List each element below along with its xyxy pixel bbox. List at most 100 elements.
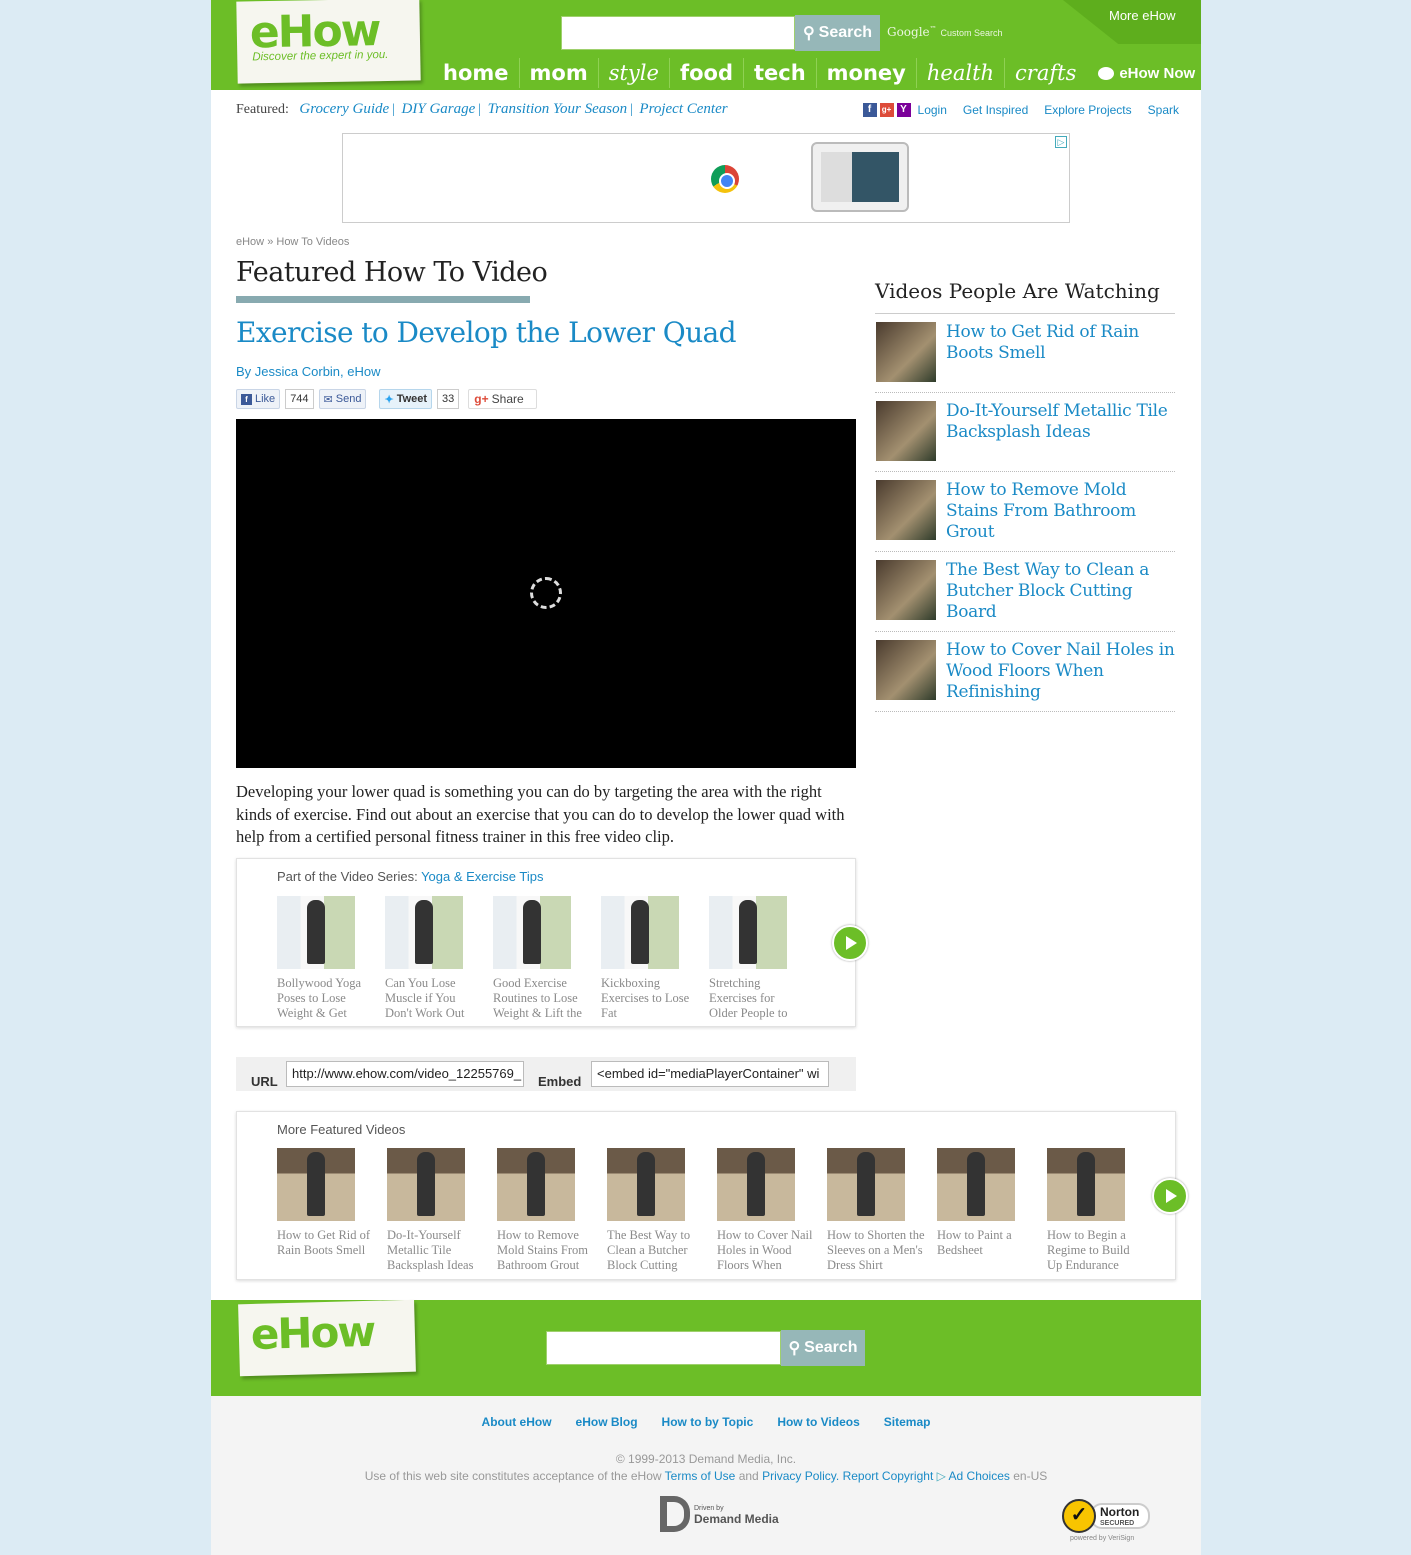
yahoo-icon[interactable]: Y bbox=[896, 103, 911, 117]
series-item[interactable]: Stretching Exercises for Older People to bbox=[709, 896, 787, 1021]
footer-ehow-logo[interactable]: eHow bbox=[238, 1299, 416, 1377]
featured-video-item[interactable]: Do-It-Yourself Metallic Tile Backsplash … bbox=[387, 1148, 473, 1273]
nav-mom[interactable]: mom bbox=[520, 58, 599, 88]
video-thumbnail bbox=[876, 640, 936, 700]
series-item-title: Kickboxing Exercises to Lose Fat bbox=[601, 976, 690, 1020]
terms-of-use-link[interactable]: Terms of Use bbox=[665, 1469, 736, 1483]
sidebar-video-item[interactable]: How to Remove Mold Stains From Bathroom … bbox=[875, 472, 1175, 552]
footer-link-videos[interactable]: How to Videos bbox=[777, 1415, 859, 1429]
embed-label: Embed bbox=[538, 1074, 582, 1089]
demand-media-logo[interactable]: Driven by Demand Media bbox=[660, 1496, 779, 1532]
sidebar-video-item[interactable]: Do-It-Yourself Metallic Tile Backsplash … bbox=[875, 393, 1175, 472]
twitter-bird-icon: ✦ bbox=[384, 393, 394, 406]
get-inspired-link[interactable]: Get Inspired bbox=[963, 103, 1028, 117]
footer-link-blog[interactable]: eHow Blog bbox=[576, 1415, 638, 1429]
more-featured-carousel: More Featured Videos How to Get Rid of R… bbox=[236, 1111, 1188, 1280]
nav-money[interactable]: money bbox=[817, 58, 917, 88]
explore-projects-link[interactable]: Explore Projects bbox=[1044, 103, 1131, 117]
spark-link[interactable]: Spark bbox=[1148, 103, 1179, 117]
footer-link-topic[interactable]: How to by Topic bbox=[662, 1415, 754, 1429]
share-url-bar: URL http://www.ehow.com/video_12255769_ … bbox=[236, 1057, 856, 1091]
ehow-logo[interactable]: eHow Discover the expert in you. bbox=[236, 0, 421, 84]
article-title: Exercise to Develop the Lower Quad bbox=[236, 316, 737, 349]
ad-choices-icon[interactable]: ▷ bbox=[1055, 136, 1067, 148]
norton-powered-by: powered by VeriSign bbox=[1070, 1535, 1135, 1542]
sidebar-video-title[interactable]: How to Get Rid of Rain Boots Smell bbox=[946, 322, 1175, 384]
search-input[interactable] bbox=[561, 16, 795, 50]
sidebar-video-title[interactable]: How to Remove Mold Stains From Bathroom … bbox=[946, 480, 1175, 543]
ehow-now-link[interactable]: eHow Now bbox=[1086, 65, 1195, 82]
featured-link-grocery-guide[interactable]: Grocery Guide bbox=[299, 101, 389, 117]
series-item[interactable]: Bollywood Yoga Poses to Lose Weight & Ge… bbox=[277, 896, 361, 1021]
sidebar-video-title[interactable]: Do-It-Yourself Metallic Tile Backsplash … bbox=[946, 401, 1175, 463]
breadcrumb-home[interactable]: eHow bbox=[236, 236, 264, 248]
breadcrumb-current[interactable]: How To Videos bbox=[276, 236, 349, 248]
footer-link-sitemap[interactable]: Sitemap bbox=[884, 1415, 931, 1429]
main-nav: home mom style food tech money health cr… bbox=[433, 58, 1195, 88]
series-thumbnails: Bollywood Yoga Poses to Lose Weight & Ge… bbox=[277, 896, 787, 1021]
sidebar-video-item[interactable]: How to Get Rid of Rain Boots Smell bbox=[875, 314, 1175, 393]
tweet-button[interactable]: ✦ Tweet bbox=[379, 389, 433, 409]
banner-ad[interactable]: ▷ bbox=[342, 133, 1070, 223]
series-item[interactable]: Good Exercise Routines to Lose Weight & … bbox=[493, 896, 582, 1021]
facebook-icon[interactable]: f bbox=[862, 103, 877, 117]
search-button[interactable]: ⚲ Search bbox=[795, 15, 880, 51]
embed-field[interactable]: <embed id="mediaPlayerContainer" wi bbox=[591, 1061, 829, 1087]
footer-link-about[interactable]: About eHow bbox=[482, 1415, 552, 1429]
facebook-like-button[interactable]: f Like bbox=[236, 389, 281, 409]
video-thumbnail bbox=[876, 322, 936, 382]
tweet-count: 33 bbox=[437, 389, 460, 409]
featured-video-item[interactable]: How to Shorten the Sleeves on a Men's Dr… bbox=[827, 1148, 925, 1273]
nav-health[interactable]: health bbox=[917, 58, 1006, 88]
sidebar-video-title[interactable]: The Best Way to Clean a Butcher Block Cu… bbox=[946, 560, 1175, 623]
featured-video-item[interactable]: How to Cover Nail Holes in Wood Floors W… bbox=[717, 1148, 812, 1273]
google-custom-search-label: Google™ Custom Search bbox=[887, 25, 1003, 39]
google-plus-share-button[interactable]: g+ Share bbox=[468, 389, 537, 409]
video-thumbnail bbox=[277, 1148, 355, 1221]
nav-tech[interactable]: tech bbox=[744, 58, 817, 88]
video-thumbnail bbox=[497, 1148, 575, 1221]
facebook-send-button[interactable]: ✉ Send bbox=[318, 389, 367, 409]
sidebar-video-item[interactable]: The Best Way to Clean a Butcher Block Cu… bbox=[875, 552, 1175, 632]
nav-food[interactable]: food bbox=[670, 58, 744, 88]
featured-video-item[interactable]: How to Paint a Bedsheet bbox=[937, 1148, 1015, 1273]
featured-video-item[interactable]: How to Get Rid of Rain Boots Smell bbox=[277, 1148, 370, 1273]
video-thumbnail bbox=[717, 1148, 795, 1221]
separator: | bbox=[630, 102, 633, 117]
featured-video-item[interactable]: How to Remove Mold Stains From Bathroom … bbox=[497, 1148, 588, 1273]
ad-choices-link[interactable]: Ad Choices bbox=[949, 1469, 1010, 1483]
norton-secured-badge[interactable]: Norton SECURED ✓ powered by VeriSign bbox=[1062, 1497, 1152, 1545]
featured-video-title: How to Begin a Regime to Build Up Endura… bbox=[1047, 1228, 1130, 1272]
nav-home[interactable]: home bbox=[433, 58, 520, 88]
series-link[interactable]: Yoga & Exercise Tips bbox=[421, 869, 543, 884]
series-next-play-icon[interactable] bbox=[832, 925, 868, 961]
url-field[interactable]: http://www.ehow.com/video_12255769_ bbox=[286, 1061, 524, 1087]
featured-video-title: How to Cover Nail Holes in Wood Floors W… bbox=[717, 1228, 813, 1272]
featured-link-project-center[interactable]: Project Center bbox=[639, 101, 727, 117]
series-item[interactable]: Kickboxing Exercises to Lose Fat bbox=[601, 896, 689, 1021]
sidebar-video-item[interactable]: How to Cover Nail Holes in Wood Floors W… bbox=[875, 632, 1175, 712]
byline[interactable]: By Jessica Corbin, eHow bbox=[236, 364, 381, 379]
featured-video-item[interactable]: How to Begin a Regime to Build Up Endura… bbox=[1047, 1148, 1130, 1273]
video-thumbnail bbox=[385, 896, 463, 969]
nav-crafts[interactable]: crafts bbox=[1005, 58, 1086, 88]
nav-style[interactable]: style bbox=[599, 58, 670, 88]
series-item[interactable]: Can You Lose Muscle if You Don't Work Ou… bbox=[385, 896, 465, 1021]
privacy-policy-link[interactable]: Privacy Policy. bbox=[762, 1469, 839, 1483]
report-copyright-link[interactable]: Report Copyright bbox=[843, 1469, 934, 1483]
google-plus-icon[interactable]: g+ bbox=[879, 103, 894, 117]
terms-and: and bbox=[738, 1469, 759, 1483]
featured-link-transition-season[interactable]: Transition Your Season bbox=[488, 101, 628, 117]
separator: | bbox=[478, 102, 482, 117]
featured-link-diy-garage[interactable]: DIY Garage bbox=[402, 101, 476, 117]
more-featured-next-play-icon[interactable] bbox=[1152, 1178, 1188, 1214]
more-ehow-menu[interactable]: More eHow bbox=[1063, 0, 1201, 44]
featured-video-title: How to Paint a Bedsheet bbox=[937, 1228, 1012, 1257]
login-link[interactable]: Login bbox=[918, 103, 947, 117]
featured-video-item[interactable]: The Best Way to Clean a Butcher Block Cu… bbox=[607, 1148, 690, 1273]
footer-search-button[interactable]: ⚲ Search bbox=[781, 1330, 865, 1366]
video-player[interactable] bbox=[236, 419, 856, 768]
footer-search-input[interactable] bbox=[546, 1331, 781, 1365]
footer-logo-wordmark: eHow bbox=[250, 1306, 375, 1359]
sidebar-video-title[interactable]: How to Cover Nail Holes in Wood Floors W… bbox=[946, 640, 1175, 703]
